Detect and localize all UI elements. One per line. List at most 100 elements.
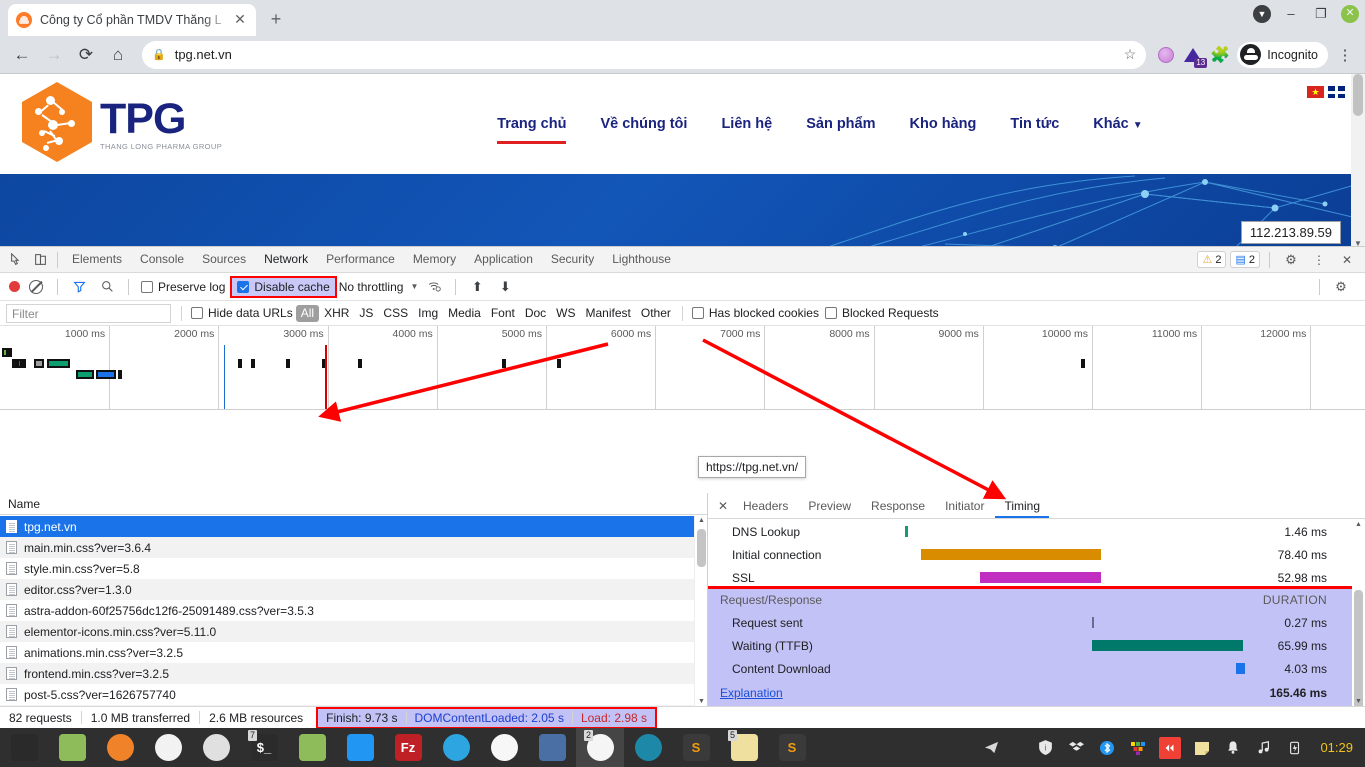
taskbar-item-filezilla[interactable]: Fz bbox=[384, 728, 432, 767]
taskbar-item-sublime-text-2[interactable]: S bbox=[768, 728, 816, 767]
filter-type-media[interactable]: Media bbox=[443, 305, 486, 322]
extension-blue-icon[interactable]: 13 bbox=[1183, 45, 1208, 68]
devtools-more-icon[interactable]: ⋮ bbox=[1307, 249, 1331, 271]
network-conditions-icon[interactable] bbox=[422, 276, 446, 298]
device-toolbar-icon[interactable] bbox=[28, 249, 52, 271]
preserve-log-checkbox[interactable]: Preserve log bbox=[138, 279, 228, 295]
browser-tab[interactable]: Công ty Cổ phần TMDV Thăng L ✕ bbox=[8, 4, 256, 36]
detail-scrollbar[interactable]: ▲ ▼ bbox=[1352, 520, 1365, 710]
detail-tab-initiator[interactable]: Initiator bbox=[936, 493, 993, 518]
anydesk-tray-icon[interactable] bbox=[1159, 736, 1182, 759]
column-header-name[interactable]: Name bbox=[0, 493, 707, 515]
window-download-icon[interactable]: ▼ bbox=[1253, 5, 1271, 23]
taskbar-item-files-green[interactable] bbox=[48, 728, 96, 767]
filter-type-img[interactable]: Img bbox=[413, 305, 443, 322]
filter-type-all[interactable]: All bbox=[295, 304, 320, 322]
tab-console[interactable]: Console bbox=[131, 247, 193, 272]
back-icon[interactable]: ← bbox=[8, 41, 36, 69]
shield-tray-icon[interactable]: i bbox=[1035, 738, 1055, 758]
taskbar-item-linux-mint-menu[interactable] bbox=[0, 728, 48, 767]
bell-tray-icon[interactable] bbox=[1223, 738, 1243, 758]
taskbar-item-mail[interactable] bbox=[528, 728, 576, 767]
page-scrollbar[interactable]: ▲ ▼ bbox=[1351, 74, 1365, 248]
taskbar-item-telegram[interactable] bbox=[432, 728, 480, 767]
tab-network[interactable]: Network bbox=[255, 247, 317, 272]
taskbar-item-terminal[interactable]: $_ 7 bbox=[240, 728, 288, 767]
devtools-settings-gear-icon[interactable]: ⚙ bbox=[1279, 249, 1303, 271]
profile-chip[interactable]: Incognito bbox=[1237, 41, 1328, 68]
tab-memory[interactable]: Memory bbox=[404, 247, 465, 272]
detail-close-icon[interactable]: ✕ bbox=[714, 499, 732, 513]
detail-scroll-thumb[interactable] bbox=[1354, 590, 1363, 710]
messages-badge[interactable]: ▤ 2 bbox=[1230, 251, 1260, 268]
tab-lighthouse[interactable]: Lighthouse bbox=[603, 247, 680, 272]
request-row[interactable]: main.min.css?ver=3.6.4 bbox=[0, 537, 707, 558]
scroll-up-icon[interactable]: ▲ bbox=[695, 517, 708, 524]
vlc-tray-icon[interactable] bbox=[1128, 738, 1148, 758]
request-row[interactable]: frontend.min.css?ver=3.2.5 bbox=[0, 663, 707, 684]
tab-performance[interactable]: Performance bbox=[317, 247, 404, 272]
detail-tab-headers[interactable]: Headers bbox=[734, 493, 797, 518]
vietnam-flag-icon[interactable]: ★ bbox=[1307, 86, 1324, 98]
bluetooth-tray-icon[interactable] bbox=[1097, 738, 1117, 758]
request-row[interactable]: tpg.net.vn bbox=[0, 516, 707, 537]
taskbar-item-notes[interactable]: 5 bbox=[720, 728, 768, 767]
explanation-link[interactable]: Explanation bbox=[708, 686, 783, 700]
taskbar-item-app-grid[interactable] bbox=[144, 728, 192, 767]
nav-item-khac[interactable]: Khác ▼ bbox=[1093, 116, 1142, 132]
throttling-select[interactable]: No throttling ▼ bbox=[339, 280, 419, 294]
network-settings-gear-icon[interactable]: ⚙ bbox=[1329, 276, 1353, 298]
record-button[interactable] bbox=[9, 281, 20, 292]
scroll-down-icon[interactable]: ▼ bbox=[1352, 698, 1365, 705]
window-close-button[interactable]: ✕ bbox=[1341, 5, 1359, 23]
request-row[interactable]: astra-addon-60f25756dc12f6-25091489.css?… bbox=[0, 600, 707, 621]
browser-menu-icon[interactable]: ⋮ bbox=[1335, 46, 1355, 64]
taskbar-item-file-manager[interactable] bbox=[288, 728, 336, 767]
search-icon[interactable] bbox=[95, 276, 119, 298]
disable-cache-checkbox[interactable]: Disable cache bbox=[230, 275, 337, 298]
address-bar[interactable]: 🔒 tpg.net.vn ☆ bbox=[142, 40, 1147, 69]
home-icon[interactable]: ⌂ bbox=[104, 41, 132, 69]
window-minimize-button[interactable]: – bbox=[1281, 4, 1301, 24]
tab-sources[interactable]: Sources bbox=[193, 247, 255, 272]
filter-type-manifest[interactable]: Manifest bbox=[581, 305, 636, 322]
devtools-close-icon[interactable]: ✕ bbox=[1335, 249, 1359, 271]
nav-item-san-pham[interactable]: Sản phẩm bbox=[806, 116, 875, 132]
taskbar-item-sublime-text[interactable]: S bbox=[672, 728, 720, 767]
inspect-element-icon[interactable] bbox=[4, 249, 28, 271]
network-overview-chart[interactable]: 1000 ms 2000 ms 3000 ms 4000 ms 5000 ms 6000 … bbox=[0, 326, 1365, 410]
requests-scroll-thumb[interactable] bbox=[697, 529, 706, 567]
warnings-badge[interactable]: ⚠ 2 bbox=[1197, 251, 1227, 268]
telegram-tray-icon[interactable] bbox=[981, 738, 1001, 758]
tab-security[interactable]: Security bbox=[542, 247, 603, 272]
close-tab-icon[interactable]: ✕ bbox=[232, 12, 248, 28]
filter-type-ws[interactable]: WS bbox=[551, 305, 580, 322]
request-row[interactable]: post-5.css?ver=1626757740 bbox=[0, 684, 707, 705]
page-scroll-thumb[interactable] bbox=[1353, 74, 1363, 116]
extension-purple-icon[interactable] bbox=[1156, 45, 1176, 65]
request-row[interactable]: editor.css?ver=1.3.0 bbox=[0, 579, 707, 600]
taskbar-item-browser-globe[interactable] bbox=[624, 728, 672, 767]
music-tray-icon[interactable] bbox=[1254, 738, 1274, 758]
nav-item-kho-hang[interactable]: Kho hàng bbox=[910, 116, 977, 132]
site-logo[interactable]: TPG THANG LONG PHARMA GROUP bbox=[22, 82, 222, 166]
filter-type-other[interactable]: Other bbox=[636, 305, 676, 322]
forward-icon[interactable]: → bbox=[40, 41, 68, 69]
filter-type-font[interactable]: Font bbox=[486, 305, 520, 322]
hide-data-urls-checkbox[interactable]: Hide data URLs bbox=[188, 305, 296, 321]
nav-item-tin-tuc[interactable]: Tin tức bbox=[1010, 116, 1059, 132]
uk-flag-icon[interactable] bbox=[1328, 86, 1345, 98]
scroll-down-icon[interactable]: ▼ bbox=[695, 698, 708, 705]
request-row[interactable]: style.min.css?ver=5.8 bbox=[0, 558, 707, 579]
clear-button[interactable] bbox=[24, 276, 48, 298]
filter-type-js[interactable]: JS bbox=[354, 305, 378, 322]
blocked-requests-checkbox[interactable]: Blocked Requests bbox=[822, 305, 942, 321]
puzzle-icon[interactable]: 🧩 bbox=[1210, 45, 1230, 65]
taskbar-item-vscode[interactable] bbox=[336, 728, 384, 767]
taskbar-item-remote-desktop[interactable] bbox=[480, 728, 528, 767]
taskbar-item-settings-toggle[interactable] bbox=[192, 728, 240, 767]
nav-item-ve-chung-toi[interactable]: Về chúng tôi bbox=[600, 116, 687, 132]
filter-icon[interactable] bbox=[67, 276, 91, 298]
nav-item-lien-he[interactable]: Liên hệ bbox=[721, 116, 772, 132]
has-blocked-cookies-checkbox[interactable]: Has blocked cookies bbox=[689, 305, 822, 321]
